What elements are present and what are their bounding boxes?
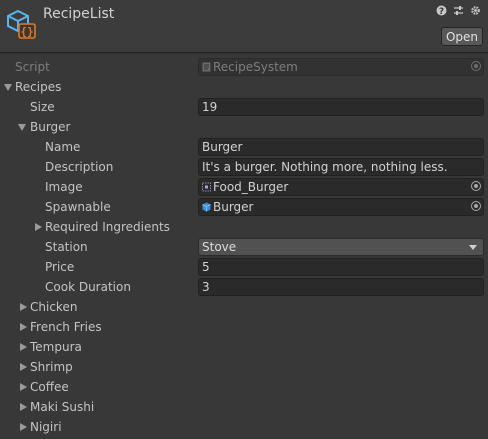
expand-arrow-icon[interactable] (20, 303, 27, 311)
image-label: Image (45, 180, 83, 194)
recipe-label: Shrimp (30, 360, 73, 374)
image-row: Image Food_Burger (0, 177, 488, 197)
script-picker-icon (471, 61, 481, 71)
script-label: Script (15, 60, 50, 74)
sprite-icon (202, 182, 211, 192)
recipe-foldout-maki-sushi[interactable]: Maki Sushi (0, 397, 488, 417)
chevron-down-icon (469, 245, 477, 250)
spawnable-value: Burger (213, 200, 254, 214)
burger-label: Burger (30, 120, 71, 134)
recipes-foldout[interactable]: Recipes (0, 77, 488, 97)
spawnable-picker-icon[interactable] (471, 201, 481, 211)
svg-text:{}: {} (20, 25, 33, 38)
station-row: Station Stove (0, 237, 488, 257)
svg-text:?: ? (439, 7, 444, 16)
script-field: RecipeSystem (198, 58, 484, 76)
size-label: Size (30, 100, 55, 114)
spawnable-field[interactable]: Burger (198, 198, 484, 216)
inspector-header: {} RecipeList ? Open (0, 0, 488, 53)
recipe-label: French Fries (30, 320, 102, 334)
required-ingredients-arrow-icon[interactable] (35, 223, 42, 231)
name-row: Name Burger (0, 137, 488, 157)
preset-icon[interactable] (453, 5, 464, 16)
price-row: Price 5 (0, 257, 488, 277)
script-value: RecipeSystem (213, 60, 298, 74)
expand-arrow-icon[interactable] (20, 403, 27, 411)
size-row: Size 19 (0, 97, 488, 117)
name-label: Name (45, 140, 81, 154)
recipe-label: Maki Sushi (30, 400, 95, 414)
expand-arrow-icon[interactable] (20, 343, 27, 351)
required-ingredients-foldout[interactable]: Required Ingredients (0, 217, 488, 237)
description-row: Description It's a burger. Nothing more,… (0, 157, 488, 177)
recipe-foldout-nigiri[interactable]: Nigiri (0, 417, 488, 437)
recipes-expand-arrow-icon[interactable] (4, 84, 12, 91)
asset-title: RecipeList (43, 6, 115, 22)
recipe-label: Nigiri (30, 420, 62, 434)
recipe-foldout-shrimp[interactable]: Shrimp (0, 357, 488, 377)
cook-duration-label: Cook Duration (45, 280, 131, 294)
script-file-icon (202, 62, 211, 72)
size-input[interactable]: 19 (198, 98, 484, 116)
price-label: Price (45, 260, 75, 274)
name-input[interactable]: Burger (198, 138, 484, 156)
help-icon[interactable]: ? (436, 5, 447, 16)
recipe-foldout-french-fries[interactable]: French Fries (0, 317, 488, 337)
gear-icon[interactable] (470, 5, 481, 16)
recipe-foldout-tempura[interactable]: Tempura (0, 337, 488, 357)
burger-expand-arrow-icon[interactable] (18, 124, 26, 131)
image-picker-icon[interactable] (471, 181, 481, 191)
price-input[interactable]: 5 (198, 258, 484, 276)
burger-foldout[interactable]: Burger (0, 117, 488, 137)
script-row: Script RecipeSystem (0, 57, 488, 77)
recipe-label: Coffee (30, 380, 69, 394)
station-dropdown[interactable]: Stove (198, 238, 484, 256)
station-label: Station (45, 240, 88, 254)
recipe-foldout-chicken[interactable]: Chicken (0, 297, 488, 317)
open-button[interactable]: Open (441, 27, 483, 46)
recipes-label: Recipes (15, 80, 62, 94)
recipe-label: Tempura (30, 340, 82, 354)
cook-duration-input[interactable]: 3 (198, 278, 484, 296)
expand-arrow-icon[interactable] (20, 383, 27, 391)
recipe-label: Chicken (30, 300, 78, 314)
expand-arrow-icon[interactable] (20, 363, 27, 371)
recipe-foldout-coffee[interactable]: Coffee (0, 377, 488, 397)
image-field[interactable]: Food_Burger (198, 178, 484, 196)
description-label: Description (45, 160, 114, 174)
station-value: Stove (202, 240, 237, 254)
prefab-icon (202, 202, 211, 212)
spawnable-label: Spawnable (45, 200, 111, 214)
cook-duration-row: Cook Duration 3 (0, 277, 488, 297)
description-input[interactable]: It's a burger. Nothing more, nothing les… (198, 158, 484, 176)
expand-arrow-icon[interactable] (20, 323, 27, 331)
expand-arrow-icon[interactable] (20, 423, 27, 431)
spawnable-row: Spawnable Burger (0, 197, 488, 217)
image-value: Food_Burger (213, 180, 289, 194)
required-ingredients-label: Required Ingredients (45, 220, 170, 234)
scriptable-object-icon: {} (7, 9, 36, 39)
